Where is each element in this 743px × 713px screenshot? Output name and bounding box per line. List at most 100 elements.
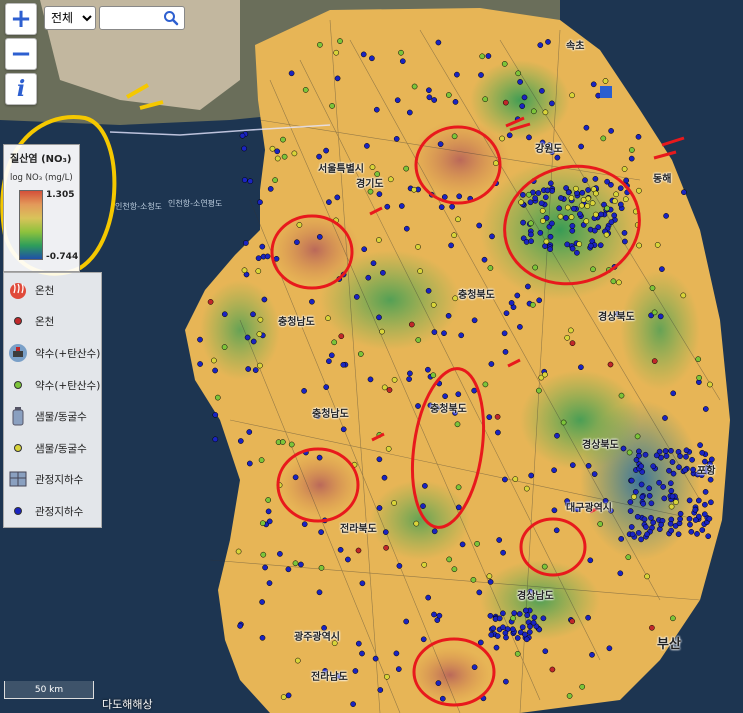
mineral-water-point[interactable] xyxy=(541,563,548,570)
groundwater-well-point[interactable] xyxy=(377,687,384,693)
groundwater-well-point[interactable] xyxy=(583,124,590,131)
groundwater-well-point[interactable] xyxy=(547,233,554,240)
groundwater-well-point[interactable] xyxy=(677,510,684,517)
groundwater-well-point[interactable] xyxy=(259,599,265,605)
spring-cave-water-point[interactable] xyxy=(576,241,583,247)
mineral-water-point[interactable] xyxy=(265,497,272,503)
groundwater-well-point[interactable] xyxy=(509,626,516,633)
groundwater-well-point[interactable] xyxy=(316,454,323,461)
groundwater-well-point[interactable] xyxy=(323,384,330,390)
groundwater-well-point[interactable] xyxy=(212,412,219,418)
mineral-water-point[interactable] xyxy=(560,419,567,426)
groundwater-well-point[interactable] xyxy=(301,521,308,528)
groundwater-well-point[interactable] xyxy=(326,358,332,365)
groundwater-well-point[interactable] xyxy=(345,556,351,563)
spring-cave-water-point[interactable] xyxy=(417,268,423,274)
search-input[interactable] xyxy=(103,8,167,30)
groundwater-well-point[interactable] xyxy=(574,249,580,256)
hotspring-point[interactable] xyxy=(207,299,214,305)
groundwater-well-point[interactable] xyxy=(316,589,323,596)
legend-row-mineral-icon[interactable]: 약수(+탄산수) xyxy=(4,339,101,367)
spring-cave-water-point[interactable] xyxy=(616,279,622,286)
info-button[interactable]: i xyxy=(5,73,37,105)
groundwater-well-point[interactable] xyxy=(569,462,576,468)
search-icon[interactable] xyxy=(162,9,180,27)
groundwater-well-point[interactable] xyxy=(487,612,494,619)
groundwater-well-point[interactable] xyxy=(352,668,359,674)
groundwater-well-point[interactable] xyxy=(241,145,248,152)
groundwater-well-point[interactable] xyxy=(426,87,432,94)
spring-cave-water-point[interactable] xyxy=(621,166,628,172)
groundwater-well-point[interactable] xyxy=(554,432,560,439)
spring-cave-water-point[interactable] xyxy=(413,520,420,527)
search-box[interactable] xyxy=(99,6,185,30)
groundwater-well-point[interactable] xyxy=(485,53,492,59)
groundwater-well-point[interactable] xyxy=(659,266,665,272)
mineral-water-point[interactable] xyxy=(411,83,418,90)
groundwater-well-point[interactable] xyxy=(501,330,508,337)
groundwater-well-point[interactable] xyxy=(524,612,531,619)
spring-cave-water-point[interactable] xyxy=(613,191,619,198)
groundwater-well-point[interactable] xyxy=(488,361,495,367)
groundwater-well-point[interactable] xyxy=(452,99,459,105)
spring-cave-water-point[interactable] xyxy=(421,561,428,568)
groundwater-well-point[interactable] xyxy=(502,349,509,355)
groundwater-well-point[interactable] xyxy=(608,128,614,134)
groundwater-well-point[interactable] xyxy=(439,695,446,702)
spring-cave-water-point[interactable] xyxy=(257,362,263,369)
groundwater-well-point[interactable] xyxy=(657,313,664,320)
groundwater-well-point[interactable] xyxy=(426,94,433,101)
groundwater-well-point[interactable] xyxy=(585,462,592,469)
spring-cave-water-point[interactable] xyxy=(451,232,457,239)
groundwater-well-point[interactable] xyxy=(661,495,668,502)
spring-cave-water-point[interactable] xyxy=(543,238,550,245)
groundwater-well-point[interactable] xyxy=(702,406,709,412)
groundwater-well-point[interactable] xyxy=(266,580,273,586)
groundwater-well-point[interactable] xyxy=(706,515,713,522)
spring-cave-water-point[interactable] xyxy=(493,160,499,167)
groundwater-well-point[interactable] xyxy=(445,312,452,319)
groundwater-well-point[interactable] xyxy=(545,39,551,45)
zoom-out-button[interactable]: − xyxy=(5,38,37,70)
groundwater-well-point[interactable] xyxy=(455,391,462,398)
groundwater-well-point[interactable] xyxy=(500,549,506,556)
groundwater-well-point[interactable] xyxy=(318,529,324,535)
groundwater-well-point[interactable] xyxy=(309,298,315,305)
groundwater-well-point[interactable] xyxy=(471,664,478,671)
groundwater-well-point[interactable] xyxy=(663,213,669,219)
groundwater-well-point[interactable] xyxy=(257,199,263,206)
groundwater-well-point[interactable] xyxy=(459,541,466,548)
groundwater-well-point[interactable] xyxy=(653,452,660,459)
groundwater-well-point[interactable] xyxy=(553,527,560,534)
mineral-water-point[interactable] xyxy=(292,560,299,567)
groundwater-well-point[interactable] xyxy=(683,447,690,454)
legend-row-well-icon[interactable]: 관정지하수 xyxy=(4,465,101,493)
hotspring-point[interactable] xyxy=(569,618,576,625)
groundwater-well-point[interactable] xyxy=(644,531,650,538)
spring-cave-water-point[interactable] xyxy=(499,135,505,142)
groundwater-well-point[interactable] xyxy=(591,471,598,477)
groundwater-well-point[interactable] xyxy=(519,624,526,631)
mineral-water-point[interactable] xyxy=(288,441,295,448)
groundwater-well-point[interactable] xyxy=(694,531,700,537)
groundwater-well-point[interactable] xyxy=(241,177,248,183)
groundwater-well-point[interactable] xyxy=(376,191,383,197)
groundwater-well-point[interactable] xyxy=(638,463,645,470)
groundwater-well-point[interactable] xyxy=(326,199,332,205)
groundwater-well-point[interactable] xyxy=(511,610,518,616)
groundwater-well-point[interactable] xyxy=(635,530,642,536)
spring-cave-water-point[interactable] xyxy=(668,503,675,510)
groundwater-well-point[interactable] xyxy=(611,212,618,219)
mineral-water-point[interactable] xyxy=(454,421,461,428)
groundwater-well-point[interactable] xyxy=(699,527,706,533)
groundwater-well-point[interactable] xyxy=(621,230,628,236)
mineral-water-point[interactable] xyxy=(451,133,458,140)
groundwater-well-point[interactable] xyxy=(264,253,271,260)
legend-row-spring-dot[interactable]: 샘물/동굴수 xyxy=(4,434,101,462)
mineral-water-point[interactable] xyxy=(482,96,489,103)
groundwater-well-point[interactable] xyxy=(641,516,648,523)
spring-cave-water-point[interactable] xyxy=(580,196,587,203)
groundwater-well-point[interactable] xyxy=(577,211,583,217)
groundwater-well-point[interactable] xyxy=(527,199,534,206)
groundwater-well-point[interactable] xyxy=(494,633,501,639)
